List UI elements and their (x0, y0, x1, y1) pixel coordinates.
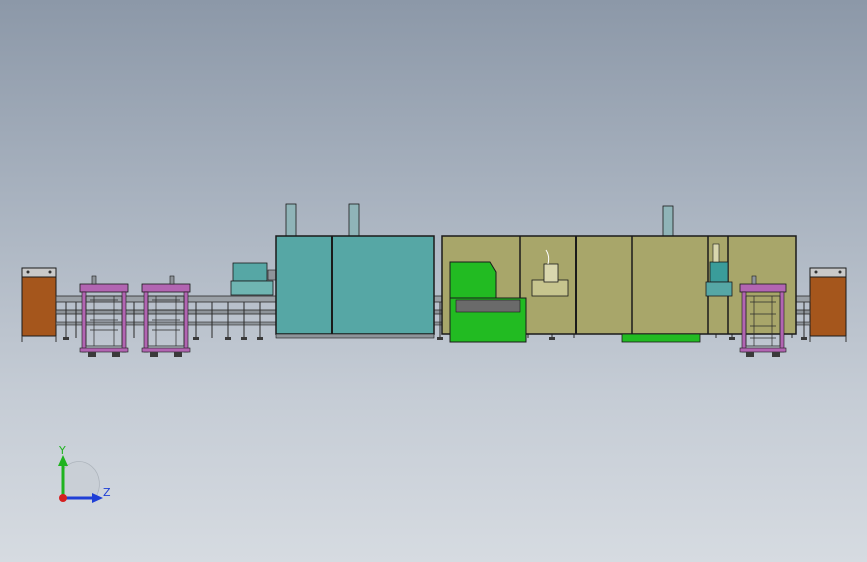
assembly-line-drawing[interactable]: Y Z (0, 0, 867, 562)
z-axis-label: Z (103, 486, 111, 499)
small-teal-station[interactable] (230, 262, 277, 296)
lift-frame-2[interactable] (141, 275, 191, 357)
cad-viewport[interactable]: Y Z (0, 0, 867, 562)
left-control-cabinet[interactable] (21, 267, 57, 342)
y-axis-label: Y (58, 444, 66, 457)
lift-frame-1[interactable] (79, 275, 129, 357)
teal-enclosure[interactable] (275, 203, 435, 339)
coordinate-triad: Y Z (58, 444, 111, 503)
right-control-cabinet[interactable] (809, 267, 847, 342)
